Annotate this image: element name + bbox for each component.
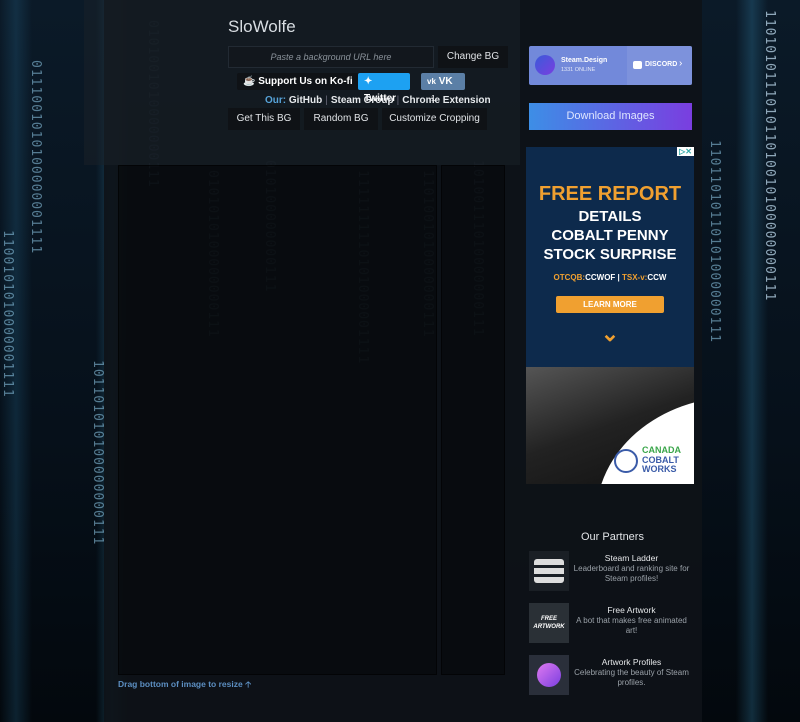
resize-hint: Drag bottom of image to resize 🡡 xyxy=(118,679,252,689)
partner-artwork-profiles[interactable]: Artwork Profiles Celebrating the beauty o… xyxy=(529,655,692,695)
steam-ladder-logo xyxy=(529,551,569,591)
steam-group-link[interactable]: Steam Group xyxy=(331,95,394,106)
background-url-input[interactable]: Paste a background URL here xyxy=(228,46,434,68)
get-this-bg-button[interactable]: Get This BG xyxy=(228,108,300,130)
vk-icon: vk xyxy=(427,77,436,86)
ad-choices-icon[interactable]: ▷✕ xyxy=(677,147,694,156)
kofi-button[interactable]: ☕ Support Us on Ko-fi xyxy=(237,73,359,90)
download-images-button[interactable]: Download Images xyxy=(529,103,692,130)
github-link[interactable]: GitHub xyxy=(289,95,322,106)
random-bg-button[interactable]: Random BG xyxy=(304,108,378,130)
chevron-down-icon: ⌄ xyxy=(600,321,620,346)
partners-heading: Our Partners xyxy=(581,531,644,543)
cobalt-globe-icon xyxy=(614,449,638,473)
discord-widget[interactable]: Steam.Design 1331 ONLINE DISCORD › xyxy=(529,46,692,85)
page-title: SloWolfe xyxy=(228,17,296,36)
arrow-up-icon: 🡡 xyxy=(245,679,252,689)
server-avatar xyxy=(535,55,555,75)
partner-steam-ladder[interactable]: Steam Ladder Leaderboard and ranking site… xyxy=(529,551,692,591)
vk-button[interactable]: vk VK 1 xyxy=(421,73,465,103)
discord-icon xyxy=(633,61,642,69)
partner-free-artwork[interactable]: FREE ARTWORK Free Artwork A bot that make… xyxy=(529,603,692,643)
project-links: Our: GitHub | Steam Group | Chrome Extension xyxy=(265,95,491,106)
change-bg-button[interactable]: Change BG xyxy=(438,46,508,68)
chrome-extension-link[interactable]: Chrome Extension xyxy=(402,95,490,106)
artwork-preview-main[interactable] xyxy=(118,165,437,675)
free-artwork-logo: FREE ARTWORK xyxy=(529,603,569,643)
kofi-cup-icon: ☕ xyxy=(243,76,256,87)
customize-cropping-button[interactable]: Customize Cropping xyxy=(382,108,487,130)
advertisement[interactable]: ▷✕ FREE REPORT DETAILS COBALT PENNY STOC… xyxy=(526,147,694,484)
twitter-button[interactable]: ✦ Twitter xyxy=(358,73,410,104)
artwork-profiles-logo xyxy=(529,655,569,695)
twitter-bird-icon: ✦ xyxy=(364,76,373,87)
learn-more-button[interactable]: LEARN MORE xyxy=(556,296,664,313)
chevron-right-icon: › xyxy=(679,58,683,69)
artwork-preview-side[interactable] xyxy=(441,165,505,675)
